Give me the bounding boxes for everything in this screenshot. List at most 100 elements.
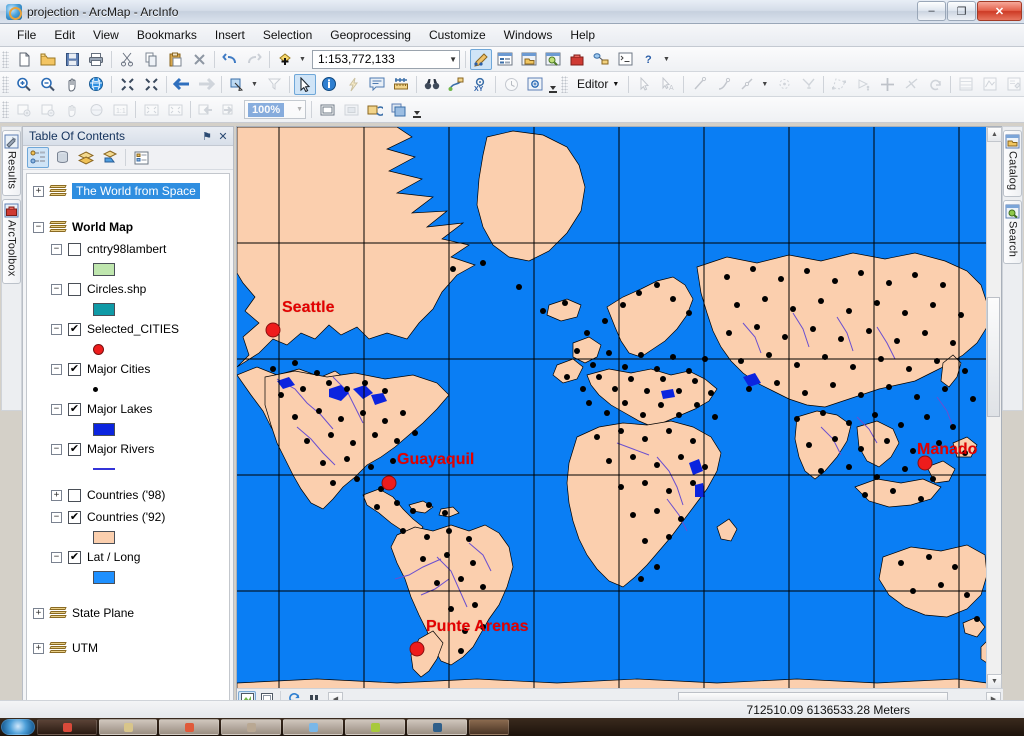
taskbar-item[interactable]: [469, 719, 509, 735]
cut-polygons-icon[interactable]: [876, 74, 898, 95]
menu-bookmarks[interactable]: Bookmarks: [128, 25, 206, 45]
scroll-down-arrow-icon[interactable]: ▼: [987, 674, 1002, 689]
toc-dataframe-utm[interactable]: + UTM: [27, 637, 229, 659]
zoom-in-icon[interactable]: [13, 74, 35, 95]
menu-selection[interactable]: Selection: [254, 25, 321, 45]
search-window-icon[interactable]: [542, 49, 564, 70]
expander-icon[interactable]: −: [33, 221, 44, 233]
identify-info-icon[interactable]: [318, 74, 340, 95]
save-icon[interactable]: [61, 49, 83, 70]
toc-layer-cntry98lambert[interactable]: − cntry98lambert: [27, 238, 229, 260]
end-point-arc-icon[interactable]: [712, 74, 734, 95]
attributes-table-icon[interactable]: [955, 74, 977, 95]
layout-fixed-zoom-icon[interactable]: [164, 99, 186, 120]
time-slider-icon[interactable]: [500, 74, 522, 95]
polygon-swatch[interactable]: [93, 530, 115, 544]
go-back-extent-icon[interactable]: [171, 74, 193, 95]
taskbar-item[interactable]: [99, 719, 157, 735]
focus-data-frame-icon[interactable]: [340, 99, 362, 120]
reshape-feature-icon[interactable]: [852, 74, 874, 95]
select-dropdown-icon[interactable]: ▼: [249, 74, 260, 95]
chevron-down-icon[interactable]: ▼: [449, 55, 457, 64]
expander-icon[interactable]: +: [33, 185, 44, 197]
chevron-down-icon[interactable]: ▼: [296, 106, 303, 113]
taskbar-item[interactable]: [345, 719, 405, 735]
expander-icon[interactable]: −: [51, 511, 62, 523]
select-elements-arrow-icon[interactable]: [294, 73, 316, 95]
hyperlink-icon[interactable]: [342, 74, 364, 95]
model-builder-icon[interactable]: [590, 49, 612, 70]
list-by-source-icon[interactable]: [51, 147, 73, 168]
layout-overflow-icon[interactable]: [411, 99, 423, 120]
toc-layer-major-cities[interactable]: − ✔ Major Cities: [27, 358, 229, 380]
taskbar-item[interactable]: [407, 719, 467, 735]
taskbar-item[interactable]: [283, 719, 343, 735]
toolbar-grip[interactable]: [2, 50, 9, 68]
trace-icon[interactable]: [736, 74, 758, 95]
find-route-icon[interactable]: [445, 74, 467, 95]
toc-layer-lat-long[interactable]: − ✔ Lat / Long: [27, 546, 229, 568]
add-data-dropdown-icon[interactable]: ▼: [297, 49, 308, 70]
pin-icon[interactable]: ⚑: [199, 128, 215, 144]
toc-layer-circles-shp[interactable]: − Circles.shp: [27, 278, 229, 300]
measure-ruler-icon[interactable]: [390, 74, 412, 95]
layer-visibility-checkbox[interactable]: ✔: [68, 442, 81, 456]
cut-scissors-icon[interactable]: [116, 49, 138, 70]
toc-dataframe-the-world-from-space[interactable]: + The World from Space: [27, 180, 229, 202]
layer-visibility-checkbox[interactable]: ✔: [68, 362, 81, 376]
copy-icon[interactable]: [140, 49, 162, 70]
expander-icon[interactable]: +: [33, 607, 44, 619]
layer-visibility-checkbox[interactable]: [68, 282, 81, 296]
polygon-swatch[interactable]: [93, 302, 115, 316]
toc-layer-countries-92[interactable]: − ✔ Countries ('92): [27, 506, 229, 528]
close-icon[interactable]: ✕: [215, 128, 231, 144]
layout-1to1-icon[interactable]: 1:1: [109, 99, 131, 120]
polygon-swatch[interactable]: [93, 262, 115, 276]
zoom-out-icon[interactable]: [37, 74, 59, 95]
split-tool-icon[interactable]: [900, 74, 922, 95]
edit-vertices-icon[interactable]: [828, 74, 850, 95]
start-button[interactable]: [1, 719, 35, 735]
go-to-xy-icon[interactable]: XY: [469, 74, 491, 95]
toolbar-overflow-icon[interactable]: ▼: [661, 49, 672, 70]
list-by-drawing-order-icon[interactable]: [27, 147, 49, 168]
editor-menu-button[interactable]: Editor ▼: [571, 74, 625, 95]
line-swatch[interactable]: [93, 468, 115, 470]
layout-zoom-combobox[interactable]: 100% ▼: [244, 100, 306, 119]
paste-icon[interactable]: [164, 49, 186, 70]
expander-icon[interactable]: −: [51, 551, 62, 563]
menu-view[interactable]: View: [84, 25, 128, 45]
toolbar-grip[interactable]: [2, 75, 9, 93]
expander-icon[interactable]: −: [51, 323, 62, 335]
expander-icon[interactable]: +: [51, 489, 62, 501]
layout-forward-icon[interactable]: [219, 99, 241, 120]
list-by-selection-icon[interactable]: [99, 147, 121, 168]
create-features-icon[interactable]: [1003, 74, 1024, 95]
html-popup-icon[interactable]: [366, 74, 388, 95]
add-data-icon[interactable]: [274, 49, 296, 70]
toc-layer-countries-98[interactable]: + Countries ('98): [27, 484, 229, 506]
sketch-tools-dropdown-icon[interactable]: ▼: [759, 74, 770, 95]
expander-icon[interactable]: −: [51, 403, 62, 415]
close-button[interactable]: ✕: [977, 1, 1022, 21]
layout-pan-icon[interactable]: [61, 99, 83, 120]
edit-annotation-icon[interactable]: A: [657, 74, 679, 95]
map-scale-combobox[interactable]: 1:153,772,133 ▼: [312, 49, 460, 69]
taskbar-item[interactable]: [37, 719, 97, 735]
layout-zoom-in-icon[interactable]: [13, 99, 35, 120]
layer-visibility-checkbox[interactable]: ✔: [68, 322, 81, 336]
menu-file[interactable]: File: [8, 25, 45, 45]
toggle-draft-mode-icon[interactable]: [316, 99, 338, 120]
data-driven-pages-icon[interactable]: [388, 99, 410, 120]
python-window-icon[interactable]: [614, 49, 636, 70]
new-document-icon[interactable]: [13, 49, 35, 70]
print-icon[interactable]: [85, 49, 107, 70]
expander-icon[interactable]: +: [33, 642, 44, 654]
dock-tab-catalog[interactable]: Catalog: [1003, 130, 1022, 198]
taskbar-item[interactable]: [221, 719, 281, 735]
toc-layer-major-rivers[interactable]: − ✔ Major Rivers: [27, 438, 229, 460]
minimize-button[interactable]: –: [917, 1, 946, 21]
go-next-extent-icon[interactable]: [195, 74, 217, 95]
arctoolbox-icon[interactable]: [566, 49, 588, 70]
layout-full-extent-icon[interactable]: [85, 99, 107, 120]
